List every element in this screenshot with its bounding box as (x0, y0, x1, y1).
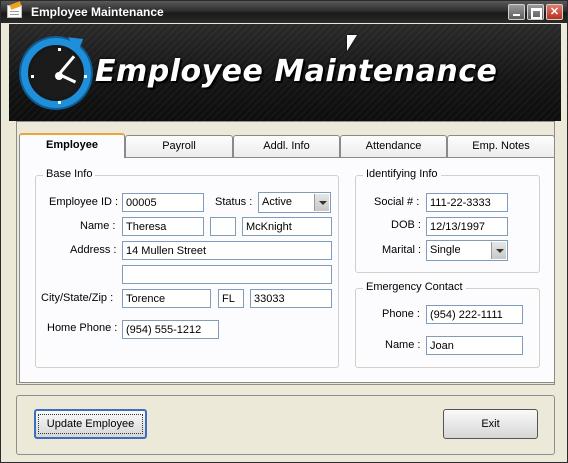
title-bar[interactable]: Employee Maintenance (1, 1, 567, 23)
city-input[interactable] (122, 289, 211, 308)
middle-initial-input[interactable] (210, 217, 236, 236)
window-title: Employee Maintenance (31, 5, 164, 19)
tab-addl-info[interactable]: Addl. Info (233, 135, 340, 157)
address-label: Address : (70, 244, 117, 256)
identifying-info-legend: Identifying Info (363, 168, 441, 180)
zip-input[interactable] (250, 289, 332, 308)
status-label: Status : (215, 196, 253, 208)
dob-label: DOB : (391, 219, 421, 231)
chevron-down-icon[interactable] (314, 194, 329, 211)
update-employee-label: Update Employee (37, 414, 144, 434)
marital-select[interactable]: Single (426, 240, 508, 261)
home-phone-label: Home Phone : (47, 322, 118, 334)
dob-input[interactable] (426, 217, 508, 236)
app-window: Employee Maintenance Employee Maintenanc… (0, 0, 568, 463)
mouse-pointer-icon (347, 35, 357, 51)
city-state-zip-label: City/State/Zip : (41, 292, 114, 304)
emergency-name-label: Name : (385, 339, 421, 351)
tab-attendance[interactable]: Attendance (340, 135, 447, 157)
marital-value: Single (430, 244, 461, 256)
last-name-input[interactable] (242, 217, 332, 236)
address-line1-input[interactable] (122, 241, 332, 260)
state-input[interactable] (218, 289, 244, 308)
marital-label: Marital : (382, 244, 422, 256)
close-button[interactable] (546, 4, 563, 20)
address-line2-input[interactable] (122, 265, 332, 284)
header-banner: Employee Maintenance (9, 24, 561, 121)
banner-title: Employee Maintenance (95, 54, 498, 89)
emergency-name-input[interactable] (426, 336, 523, 355)
status-select[interactable]: Active (258, 192, 331, 213)
status-value: Active (262, 196, 292, 208)
notepad-icon (7, 5, 22, 18)
tab-employee[interactable]: Employee (19, 133, 125, 158)
employee-tab-panel: Base Info Employee ID : Status : Active … (19, 157, 555, 383)
emergency-phone-label: Phone : (382, 308, 420, 320)
tab-emp-notes[interactable]: Emp. Notes (447, 135, 555, 157)
base-info-legend: Base Info (43, 168, 96, 180)
ssn-label: Social # : (374, 196, 420, 208)
employee-id-label: Employee ID : (49, 196, 119, 208)
emergency-phone-input[interactable] (426, 305, 523, 324)
emergency-contact-group: Emergency Contact (355, 281, 540, 368)
employee-id-input[interactable] (122, 193, 204, 212)
emergency-contact-legend: Emergency Contact (363, 281, 466, 293)
update-employee-button[interactable]: Update Employee (34, 409, 147, 439)
chevron-down-icon[interactable] (491, 242, 506, 259)
ssn-input[interactable] (426, 193, 508, 212)
minimize-button[interactable] (508, 4, 525, 20)
first-name-input[interactable] (122, 217, 204, 236)
exit-button[interactable]: Exit (443, 409, 538, 439)
name-label: Name : (80, 220, 116, 232)
tab-payroll[interactable]: Payroll (125, 135, 233, 157)
maximize-button[interactable] (527, 4, 544, 20)
home-phone-input[interactable] (122, 320, 219, 339)
